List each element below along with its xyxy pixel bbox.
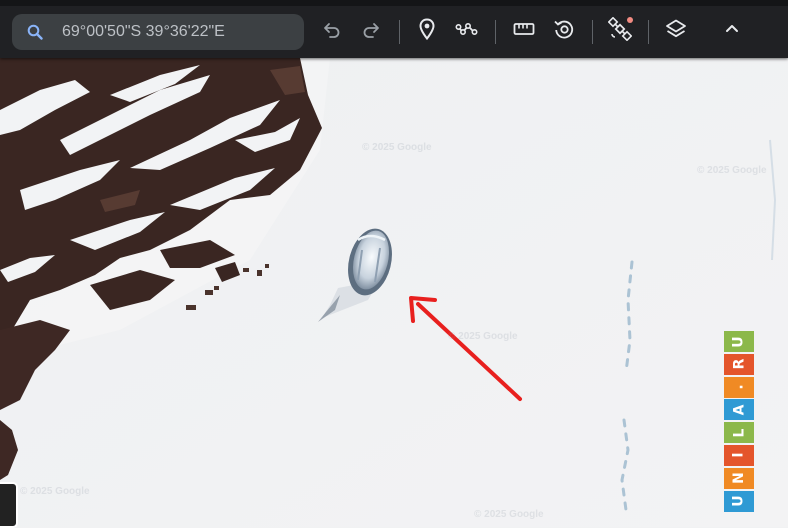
toolbar-divider: [592, 20, 593, 44]
satellite-imagery: [0, 58, 788, 527]
toolbar-divider: [399, 20, 400, 44]
logo-letter: A: [724, 399, 754, 421]
notification-dot: [627, 17, 633, 23]
logo-letter: .: [724, 376, 754, 398]
placemark-icon: [419, 18, 435, 41]
watermark: © 2025 Google: [362, 142, 432, 153]
logo-letter: N: [724, 467, 754, 489]
path-icon: [455, 23, 478, 36]
draw-path-button[interactable]: [455, 17, 479, 41]
toolbar-divider: [495, 20, 496, 44]
ruler-icon: [513, 23, 535, 35]
satellite-map-view[interactable]: © 2025 Google © 2025 Google © 2025 Googl…: [0, 58, 788, 527]
watermark: © 2025 Google: [20, 486, 90, 497]
layers-icon: [666, 19, 686, 38]
history-icon: [554, 20, 574, 39]
logo-letter: U: [724, 331, 754, 352]
toolbar-divider: [648, 20, 649, 44]
measure-button[interactable]: [512, 17, 536, 41]
undo-icon: [324, 23, 340, 38]
search-box[interactable]: [12, 14, 304, 50]
satellite-button[interactable]: [608, 17, 633, 41]
redo-icon: [363, 23, 379, 38]
add-placemark-button[interactable]: [415, 17, 439, 41]
logo-letter: I: [724, 444, 754, 466]
redo-button[interactable]: [359, 17, 383, 41]
collapse-toolbar-button[interactable]: [720, 17, 744, 41]
watermark: © 2025 Google: [474, 509, 544, 520]
top-toolbar: [0, 0, 788, 58]
search-input[interactable]: [62, 14, 294, 50]
logo-letter: U: [724, 490, 754, 512]
chevron-up-icon: [726, 25, 738, 32]
historical-imagery-button[interactable]: [552, 17, 576, 41]
watermark: © 2025 Google: [697, 165, 767, 176]
search-icon[interactable]: [27, 24, 43, 40]
watermark: © 2025 Google: [448, 331, 518, 342]
logo-letter: R: [724, 353, 754, 375]
minimap-thumbnail[interactable]: [0, 482, 18, 528]
logo-letter: L: [724, 422, 754, 444]
map-style-button[interactable]: [664, 17, 688, 41]
undo-button[interactable]: [320, 17, 344, 41]
unila-watermark-logo: U R . A L I N U: [724, 331, 754, 513]
